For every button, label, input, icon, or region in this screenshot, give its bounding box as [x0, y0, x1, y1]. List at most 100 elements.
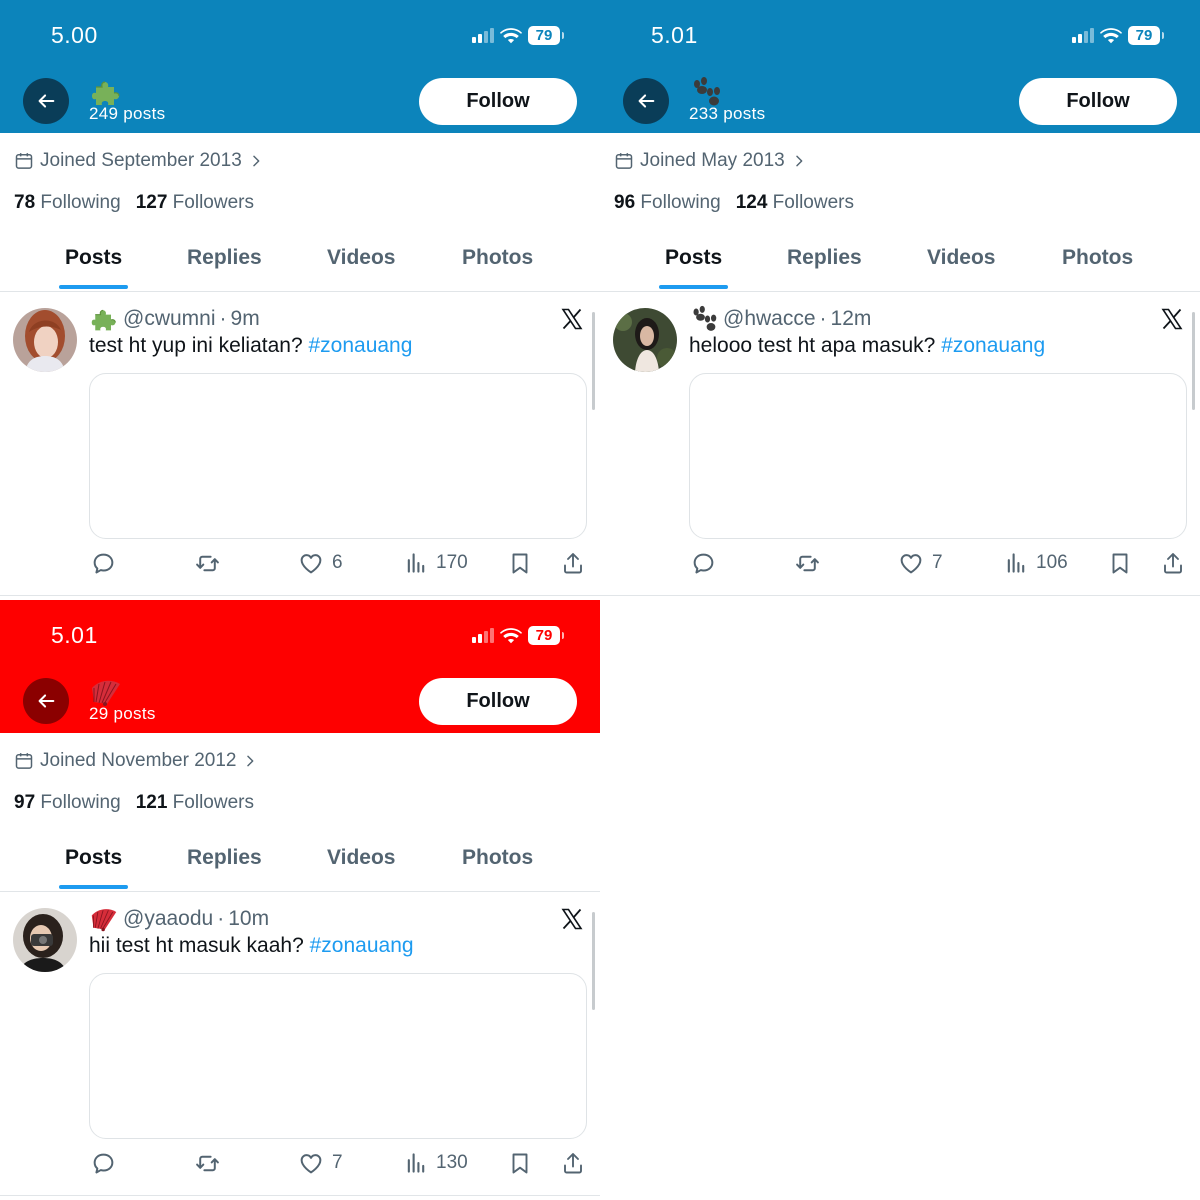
tweet-media-card[interactable] — [689, 373, 1187, 539]
tweet-header: @yaaodu · 10m — [89, 904, 269, 934]
joined-label: Joined May 2013 — [640, 150, 785, 171]
status-time: 5.01 — [51, 622, 98, 648]
joined-label: Joined September 2013 — [40, 150, 242, 171]
heart-icon — [298, 1151, 324, 1176]
scrollbar[interactable] — [592, 912, 595, 1010]
tweet-header: @cwumni · 9m — [89, 304, 260, 334]
followers-link[interactable]: 124 Followers — [736, 192, 854, 214]
tweet-age: 10m — [228, 907, 270, 930]
profile-header: 5.01 79 29 posts Follow — [0, 600, 600, 733]
reply-icon — [91, 1151, 116, 1176]
tab-photos[interactable]: Photos — [462, 846, 533, 870]
wifi-icon — [500, 627, 522, 644]
retweet-button[interactable] — [194, 548, 221, 578]
active-tab-indicator — [59, 285, 128, 289]
tweet-text: test ht yup ini keliatan? #zonauang — [89, 334, 412, 358]
x-logo-icon — [1160, 306, 1184, 332]
tweet-media-card[interactable] — [89, 973, 587, 1139]
tab-videos[interactable]: Videos — [327, 246, 395, 270]
follow-stats: 96 Following 124 Followers — [614, 192, 854, 214]
like-count: 6 — [332, 552, 343, 573]
status-time: 5.01 — [651, 22, 698, 48]
avatar[interactable] — [613, 308, 677, 372]
retweet-button[interactable] — [794, 548, 821, 578]
views-button[interactable]: 130 — [405, 1148, 468, 1178]
arrow-left-icon — [35, 90, 57, 112]
like-button[interactable]: 7 — [298, 1148, 343, 1178]
like-button[interactable]: 6 — [298, 548, 343, 578]
tweet-body: helooo test ht apa masuk? — [689, 334, 936, 357]
reply-button[interactable] — [91, 548, 116, 578]
tweet-handle[interactable]: @hwacce — [723, 307, 816, 331]
tweet-media-card[interactable] — [89, 373, 587, 539]
follow-button[interactable]: Follow — [419, 78, 577, 125]
views-button[interactable]: 106 — [1005, 548, 1068, 578]
tab-posts[interactable]: Posts — [665, 246, 722, 270]
profile-tabs: Posts Replies Videos Photos — [0, 233, 600, 292]
back-button[interactable] — [623, 78, 669, 124]
tweet-handle[interactable]: @cwumni — [123, 307, 216, 331]
followers-link[interactable]: 127 Followers — [136, 192, 254, 214]
x-logo-icon — [560, 306, 584, 332]
tab-replies[interactable]: Replies — [187, 246, 262, 270]
signal-icon — [472, 627, 494, 643]
arrow-left-icon — [35, 690, 57, 712]
following-link[interactable]: 96 Following — [614, 192, 721, 214]
followers-count: 127 — [135, 192, 168, 213]
bookmark-button[interactable] — [1108, 548, 1132, 578]
tab-videos[interactable]: Videos — [927, 246, 995, 270]
like-button[interactable]: 7 — [898, 548, 943, 578]
following-label: Following — [40, 792, 121, 813]
avatar[interactable] — [13, 908, 77, 972]
scrollbar[interactable] — [592, 312, 595, 410]
bookmark-button[interactable] — [508, 1148, 532, 1178]
dot-separator: · — [819, 307, 827, 330]
hashtag-link[interactable]: #zonauang — [310, 934, 414, 957]
follow-button[interactable]: Follow — [1019, 78, 1177, 125]
tab-replies[interactable]: Replies — [787, 246, 862, 270]
chevron-right-icon — [791, 152, 807, 170]
tab-posts[interactable]: Posts — [65, 246, 122, 270]
signal-icon — [472, 27, 494, 43]
views-button[interactable]: 170 — [405, 548, 468, 578]
posts-count: 249 posts — [89, 104, 166, 123]
back-button[interactable] — [23, 678, 69, 724]
follow-button[interactable]: Follow — [419, 678, 577, 725]
avatar[interactable] — [13, 308, 77, 372]
hashtag-link[interactable]: #zonauang — [941, 334, 1045, 357]
following-label: Following — [640, 192, 721, 213]
tab-replies[interactable]: Replies — [187, 846, 262, 870]
joined-date[interactable]: Joined May 2013 — [614, 150, 807, 172]
following-link[interactable]: 78 Following — [14, 192, 121, 214]
hashtag-link[interactable]: #zonauang — [308, 334, 412, 357]
bookmark-button[interactable] — [508, 548, 532, 578]
bar-chart-icon — [1005, 551, 1028, 575]
tab-videos[interactable]: Videos — [327, 846, 395, 870]
bookmark-icon — [1108, 551, 1132, 576]
reply-button[interactable] — [691, 548, 716, 578]
back-button[interactable] — [23, 78, 69, 124]
share-button[interactable] — [561, 1148, 585, 1178]
scrollbar[interactable] — [1192, 312, 1195, 410]
signal-icon — [1072, 27, 1094, 43]
share-button[interactable] — [561, 548, 585, 578]
reply-button[interactable] — [91, 1148, 116, 1178]
tweet-handle[interactable]: @yaaodu — [123, 907, 213, 931]
tab-photos[interactable]: Photos — [1062, 246, 1133, 270]
retweet-button[interactable] — [194, 1148, 221, 1178]
tab-posts[interactable]: Posts — [65, 846, 122, 870]
arrow-left-icon — [635, 90, 657, 112]
followers-link[interactable]: 121 Followers — [136, 792, 254, 814]
battery-icon: 79 — [528, 25, 564, 45]
following-link[interactable]: 97 Following — [14, 792, 121, 814]
followers-count: 121 — [135, 792, 168, 813]
joined-date[interactable]: Joined September 2013 — [14, 150, 264, 172]
tab-photos[interactable]: Photos — [462, 246, 533, 270]
tweet-text: hii test ht masuk kaah? #zonauang — [89, 934, 414, 958]
joined-date[interactable]: Joined November 2012 — [14, 750, 258, 772]
wifi-icon — [1100, 27, 1122, 44]
share-button[interactable] — [1161, 548, 1185, 578]
profile-panel: 5.01 79 233 posts Follow Joined May 2013… — [600, 0, 1200, 600]
battery-icon: 79 — [1128, 25, 1164, 45]
followers-label: Followers — [172, 192, 254, 213]
